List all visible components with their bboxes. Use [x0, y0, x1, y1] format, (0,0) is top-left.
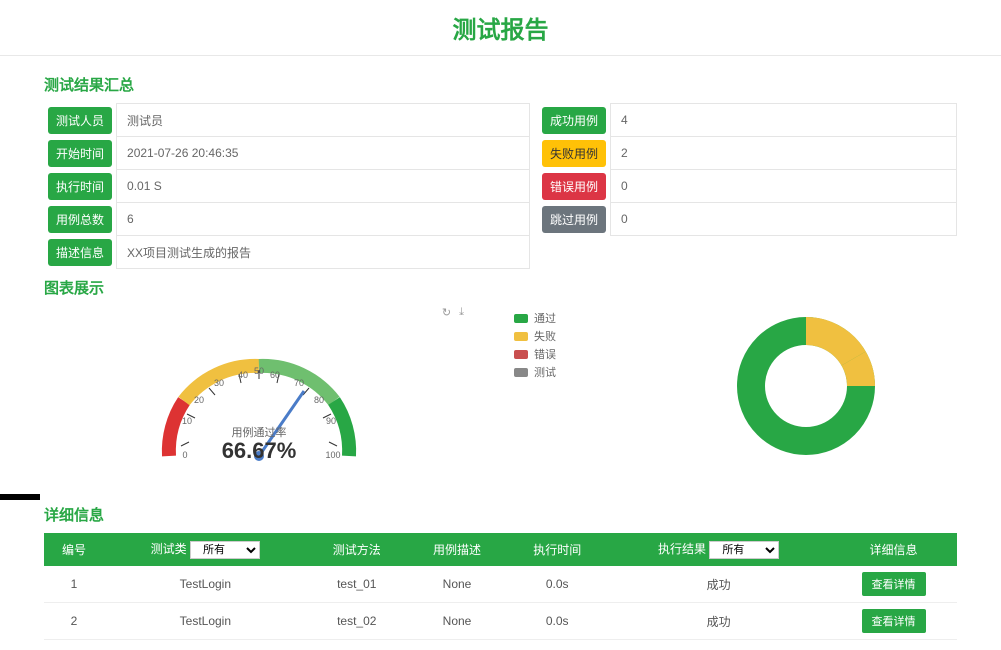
svg-text:90: 90 — [326, 416, 336, 426]
view-detail-button[interactable]: 查看详情 — [862, 572, 926, 596]
page-header: 测试报告 — [0, 0, 1001, 56]
value-error: 0 — [611, 170, 957, 203]
svg-text:20: 20 — [194, 395, 204, 405]
label-total: 用例总数 — [48, 206, 112, 233]
details-heading: 详细信息 — [44, 504, 957, 525]
summary-heading: 测试结果汇总 — [44, 74, 957, 95]
label-tester: 测试人员 — [48, 107, 112, 134]
donut-chart — [654, 306, 957, 466]
refresh-icon[interactable]: ↻ — [442, 306, 451, 319]
th-result: 执行结果 所有 — [607, 533, 830, 566]
svg-text:70: 70 — [294, 378, 304, 388]
bottom-bar-icon — [0, 494, 40, 500]
value-desc: XX项目测试生成的报告 — [117, 236, 530, 269]
value-total: 6 — [117, 203, 530, 236]
legend-swatch-pass — [514, 314, 528, 323]
label-pass: 成功用例 — [542, 107, 606, 134]
svg-text:80: 80 — [314, 395, 324, 405]
svg-text:10: 10 — [182, 416, 192, 426]
value-tester: 测试员 — [117, 104, 530, 137]
gauge-chart: ↻ ⤓ 0 10 20 30 40 50 — [44, 306, 474, 496]
label-start: 开始时间 — [48, 140, 112, 167]
th-desc: 用例描述 — [407, 533, 507, 566]
table-row: 1TestLogintest_01None0.0s成功查看详情 — [44, 566, 957, 603]
label-error: 错误用例 — [542, 173, 606, 200]
th-id: 编号 — [44, 533, 104, 566]
summary-right-table: 成功用例4 失败用例2 错误用例0 跳过用例0 — [538, 103, 957, 236]
view-detail-button[interactable]: 查看详情 — [862, 609, 926, 633]
legend-swatch-error — [514, 350, 528, 359]
svg-text:0: 0 — [182, 450, 187, 460]
value-pass: 4 — [611, 104, 957, 137]
svg-text:60: 60 — [270, 370, 280, 380]
svg-text:50: 50 — [254, 366, 264, 376]
label-fail: 失败用例 — [542, 140, 606, 167]
download-icon[interactable]: ⤓ — [459, 306, 464, 319]
chart-legend: 通过 失败 错误 测试 — [514, 306, 614, 382]
svg-text:100: 100 — [325, 450, 340, 460]
gauge-label: 用例通过率 — [232, 425, 287, 439]
value-skip: 0 — [611, 203, 957, 236]
legend-label-error: 错误 — [534, 346, 556, 362]
legend-label-fail: 失败 — [534, 328, 556, 344]
value-fail: 2 — [611, 137, 957, 170]
class-filter-select[interactable]: 所有 — [190, 541, 260, 559]
legend-swatch-fail — [514, 332, 528, 341]
label-desc: 描述信息 — [48, 239, 112, 266]
legend-swatch-test — [514, 368, 528, 377]
charts-heading: 图表展示 — [44, 277, 957, 298]
value-start: 2021-07-26 20:46:35 — [117, 137, 530, 170]
legend-label-test: 测试 — [534, 364, 556, 380]
table-row: 2TestLogintest_02None0.0s成功查看详情 — [44, 603, 957, 640]
svg-text:40: 40 — [238, 370, 248, 380]
summary-left-table: 测试人员测试员 开始时间2021-07-26 20:46:35 执行时间0.01… — [44, 103, 530, 269]
th-time: 执行时间 — [507, 533, 607, 566]
value-duration: 0.01 S — [117, 170, 530, 203]
th-class: 测试类 所有 — [104, 533, 307, 566]
gauge-value: 66.67% — [222, 438, 297, 463]
th-detail: 详细信息 — [830, 533, 957, 566]
svg-text:30: 30 — [214, 378, 224, 388]
th-method: 测试方法 — [307, 533, 407, 566]
details-table: 编号 测试类 所有 测试方法 用例描述 执行时间 执行结果 所有 详细信息 1T… — [44, 533, 957, 640]
page-title: 测试报告 — [0, 10, 1001, 45]
legend-label-pass: 通过 — [534, 310, 556, 326]
result-filter-select[interactable]: 所有 — [709, 541, 779, 559]
label-duration: 执行时间 — [48, 173, 112, 200]
label-skip: 跳过用例 — [542, 206, 606, 233]
